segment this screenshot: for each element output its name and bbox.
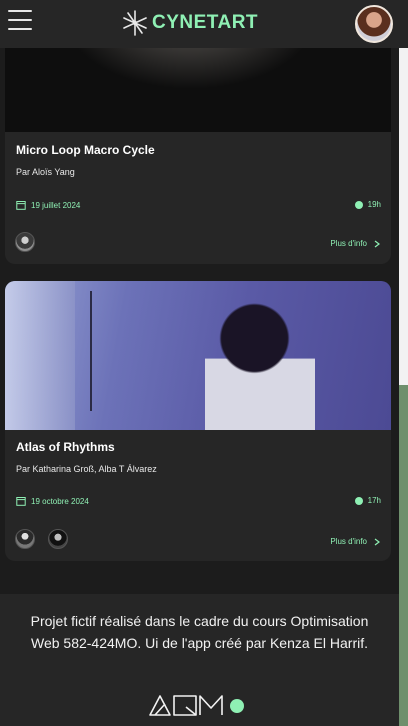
- aqm-logo: [149, 695, 244, 716]
- event-date: 19 juillet 2024: [16, 200, 80, 210]
- event-time: 17h: [354, 496, 381, 505]
- event-date-text: 19 octobre 2024: [31, 496, 89, 506]
- more-info-label: Plus d'info: [330, 537, 367, 546]
- scrollbar[interactable]: [399, 48, 408, 726]
- event-time-text: 19h: [367, 200, 381, 209]
- user-avatar[interactable]: [355, 5, 393, 43]
- event-byline: Par Katharina Groß, Alba T Álvarez: [16, 464, 157, 474]
- event-date-text: 19 juillet 2024: [31, 200, 81, 210]
- chevron-right-icon: [374, 538, 380, 545]
- logo-text: CYNETART: [152, 12, 259, 33]
- event-date: 19 octobre 2024: [16, 496, 89, 506]
- footer-text: Projet fictif réalisé dans le cadre du c…: [30, 613, 369, 651]
- artist-avatar[interactable]: [48, 529, 68, 549]
- app-header: CYNETART: [0, 0, 408, 48]
- event-title: Micro Loop Macro Cycle: [16, 143, 155, 157]
- clock-icon: [354, 496, 363, 505]
- hamburger-icon[interactable]: [8, 10, 32, 32]
- footer: Projet fictif réalisé dans le cadre du c…: [0, 594, 399, 726]
- event-image: [5, 281, 391, 430]
- more-info-label: Plus d'info: [330, 239, 367, 248]
- artist-avatar[interactable]: [15, 529, 35, 549]
- clock-icon: [354, 200, 363, 209]
- more-info-link[interactable]: Plus d'info: [330, 537, 381, 546]
- artist-avatar[interactable]: [15, 232, 35, 252]
- more-info-link[interactable]: Plus d'info: [330, 239, 381, 248]
- event-card[interactable]: Atlas of Rhythms Par Katharina Groß, Alb…: [5, 281, 391, 561]
- event-title: Atlas of Rhythms: [16, 440, 115, 454]
- calendar-icon: [16, 497, 26, 506]
- calendar-icon: [16, 201, 26, 210]
- scrollbar-thumb[interactable]: [399, 385, 408, 726]
- event-time-text: 17h: [367, 496, 381, 505]
- app-logo[interactable]: CYNETART: [122, 10, 258, 36]
- sparkle-icon: [123, 10, 147, 36]
- event-time: 19h: [354, 200, 381, 209]
- event-byline: Par Aloïs Yang: [16, 167, 75, 177]
- chevron-right-icon: [374, 240, 380, 247]
